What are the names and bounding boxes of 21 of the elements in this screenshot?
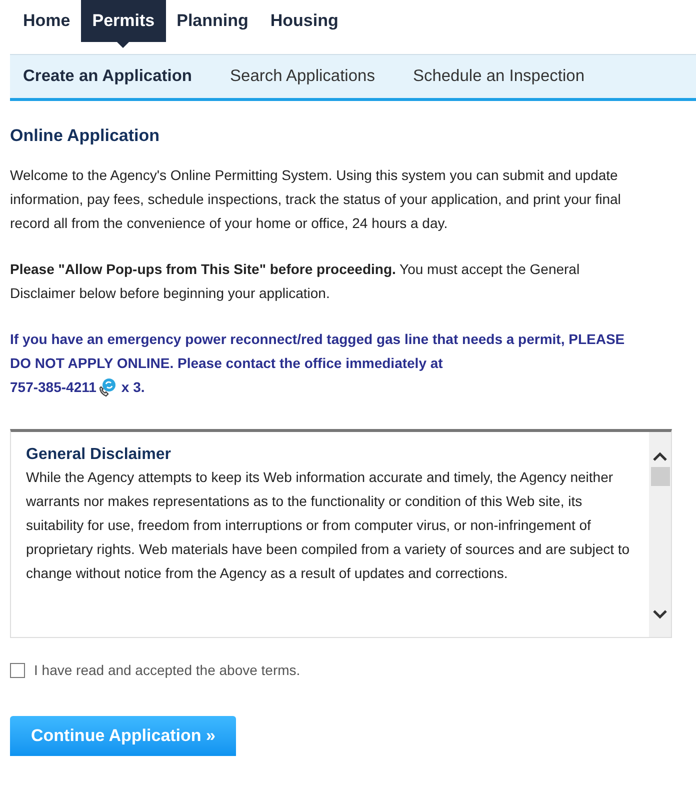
sub-nav-link[interactable]: Search Applications (230, 64, 375, 89)
scroll-down-icon[interactable] (653, 610, 667, 618)
phone-icon (97, 376, 118, 396)
scroll-up-icon[interactable] (653, 452, 667, 460)
phone-number: 757-385-4211 (10, 378, 96, 396)
welcome-paragraph: Welcome to the Agency's Online Permitting System. Using this system you can submit and update information, pay fees, schedule inspections, track the status of your application, and print your final record all from the convenience of your home or office, 24 hours a day. (10, 166, 622, 233)
sub-nav-link[interactable]: Schedule an Inspection (412, 64, 584, 89)
accept-checkbox[interactable] (10, 662, 25, 678)
accept-label: I have read and accepted the above terms. (34, 660, 300, 680)
scroll-thumb[interactable] (650, 466, 670, 486)
nav-tab[interactable]: Housing (259, 0, 350, 42)
scrollbar[interactable] (649, 432, 671, 636)
disclaimer-text: While the Agency attempts to keep its Web information accurate and timely, the Agency neither warrants nor makes representations as to the functionality or condition of this Web site, its suitability for use, freedom from interruptions or from computer virus, or non-infringement of proprietary rights. Web materials have been compiled from a variety of sources and are subject to change without notice from the Agency as a result of updates and corrections. (26, 468, 631, 583)
sub-nav-link[interactable]: Create an Application (23, 64, 192, 89)
popup-notice: Please "Allow Pop-ups from This Site" before proceeding. You must accept the General Disclaimer below before beginning your application. (10, 260, 581, 303)
nav-tab[interactable]: Home (12, 0, 82, 42)
extension-text: x 3. (121, 378, 145, 396)
tab-pointer (117, 42, 130, 48)
nav-tab[interactable]: Planning (166, 0, 260, 42)
disclaimer-title: General Disclaimer (26, 444, 172, 464)
section-heading: Online Application (10, 125, 161, 147)
